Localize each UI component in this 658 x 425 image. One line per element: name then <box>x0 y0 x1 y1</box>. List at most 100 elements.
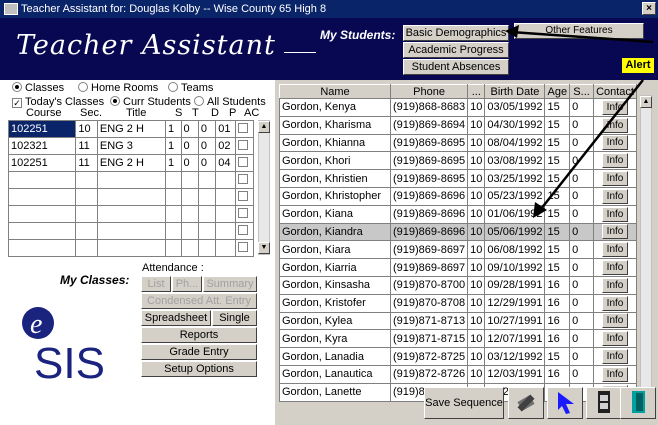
info-button[interactable]: Info <box>602 331 629 347</box>
class-row[interactable] <box>7 239 255 257</box>
birth-date-column-header[interactable]: Birth Date <box>484 84 546 99</box>
ac-checkbox[interactable] <box>234 239 255 257</box>
info-button[interactable]: Info <box>602 99 629 115</box>
list-button[interactable]: List <box>141 276 171 292</box>
phone-cell: (919)869-8696 <box>389 186 469 206</box>
grade-cell: 10 <box>467 169 486 188</box>
my-classes-label: My Classes: <box>60 273 130 287</box>
class-row[interactable]: 102251 11 ENG 2 H 1 0 0 04 <box>7 154 255 172</box>
ac-checkbox[interactable] <box>234 120 255 138</box>
info-button[interactable]: Info <box>602 260 629 276</box>
radio-icon <box>168 82 178 92</box>
class-row[interactable] <box>7 188 255 206</box>
alert-badge[interactable]: Alert <box>622 58 654 73</box>
student-row[interactable]: Gordon, Kiandra (919)869-8696 10 05/06/1992… <box>279 222 637 242</box>
academic-progress-button[interactable]: Academic Progress <box>403 42 509 58</box>
esis-logo-icon: e SIS <box>22 307 105 388</box>
info-button[interactable]: Info <box>602 277 629 293</box>
student-row[interactable]: Gordon, Kinsasha (919)870-8700 10 09/28/199… <box>279 275 637 295</box>
single-button[interactable]: Single <box>212 310 257 326</box>
contact-cell: Info <box>593 151 637 171</box>
class-cell: ENG 2 H <box>96 120 166 138</box>
student-row[interactable]: Gordon, Kristofer (919)870-8708 10 12/29/19… <box>279 293 637 313</box>
checkbox-icon <box>237 123 248 133</box>
phone-column-header[interactable]: Phone <box>389 84 469 99</box>
student-row[interactable]: Gordon, Kenya (919)868-8683 10 03/05/1992 15… <box>279 98 637 117</box>
student-row[interactable]: Gordon, Lanadia (919)872-8725 10 03/12/1992… <box>279 347 637 366</box>
condensed-att-entry-button[interactable]: Condensed Att. Entry <box>141 293 257 309</box>
student-row[interactable]: Gordon, Kiarria (919)869-8697 10 09/10/1992… <box>279 258 637 277</box>
film-button[interactable] <box>586 387 622 419</box>
class-row[interactable] <box>7 222 255 240</box>
class-row[interactable] <box>7 205 255 223</box>
student-row[interactable]: Gordon, Kharisma (919)869-8694 10 04/30/199… <box>279 115 637 135</box>
ac-checkbox[interactable] <box>234 188 255 206</box>
scroll-up-icon[interactable]: ▲ <box>258 121 270 133</box>
reports-button[interactable]: Reports <box>141 327 257 343</box>
phone-cell: (919)871-8713 <box>389 311 469 331</box>
summary-button[interactable]: Summary <box>203 276 257 292</box>
birth-date-cell: 10/27/1991 <box>484 311 546 331</box>
s-column-header[interactable]: S... <box>569 84 595 99</box>
class-row[interactable] <box>7 171 255 189</box>
basic-demographics-button[interactable]: Basic Demographics <box>403 25 509 41</box>
contact-cell: Info <box>593 240 637 260</box>
student-grid-scrollbar[interactable] <box>640 95 652 395</box>
spreadsheet-button[interactable]: Spreadsheet <box>141 310 211 326</box>
student-row[interactable]: Gordon, Khristien (919)869-8695 10 03/25/19… <box>279 169 637 188</box>
class-grid-scrollbar[interactable] <box>258 120 270 255</box>
tools-button[interactable] <box>508 387 544 419</box>
ac-checkbox[interactable] <box>234 222 255 240</box>
info-button[interactable]: Info <box>602 153 629 169</box>
setup-options-button[interactable]: Setup Options <box>141 361 257 377</box>
exit-button[interactable] <box>620 387 656 419</box>
class-grid: 102251 10 ENG 2 H 1 0 0 01 102321 11 ENG 3 1 0 0 02 10… <box>7 120 255 257</box>
info-button[interactable]: Info <box>602 135 629 151</box>
student-row[interactable]: Gordon, Khianna (919)869-8695 10 08/04/1992… <box>279 133 637 153</box>
name-column-header[interactable]: Name <box>279 84 391 99</box>
ac-checkbox[interactable] <box>234 171 255 189</box>
ph-button[interactable]: Ph... <box>172 276 202 292</box>
pointer-button[interactable] <box>547 387 583 419</box>
info-button[interactable]: Info <box>602 349 629 365</box>
contact-cell: Info <box>593 311 637 331</box>
student-row[interactable]: Gordon, Kiana (919)869-8696 10 01/06/1992 15… <box>279 204 637 224</box>
class-row[interactable]: 102321 11 ENG 3 1 0 0 02 <box>7 137 255 155</box>
scroll-up-icon[interactable]: ▲ <box>640 96 652 108</box>
ac-checkbox[interactable] <box>234 154 255 172</box>
info-button[interactable]: Info <box>602 366 629 382</box>
scroll-down-icon[interactable]: ▼ <box>258 242 270 254</box>
info-button[interactable]: Info <box>602 206 629 222</box>
other-features-button[interactable]: Other Features <box>514 23 644 39</box>
info-button[interactable]: Info <box>602 117 629 133</box>
grade-cell: 10 <box>467 364 486 384</box>
contact-column-header[interactable]: Contact <box>593 84 637 99</box>
info-button[interactable]: Info <box>602 224 629 240</box>
grade-column-header[interactable]: ... <box>467 84 486 99</box>
student-row[interactable]: Gordon, Kyra (919)871-8715 10 12/07/1991 16 0… <box>279 329 637 349</box>
student-row[interactable]: Gordon, Khristopher (919)869-8696 10 05/23/… <box>279 186 637 206</box>
info-button[interactable]: Info <box>602 313 629 329</box>
save-sequence-button[interactable]: Save Sequence <box>424 387 504 419</box>
age-column-header[interactable]: Age <box>544 84 571 99</box>
student-absences-button[interactable]: Student Absences <box>403 59 509 75</box>
student-row[interactable]: Gordon, Lanautica (919)872-8726 10 12/03/19… <box>279 364 637 384</box>
teams-radio[interactable]: Teams <box>168 82 213 94</box>
ac-checkbox[interactable] <box>234 205 255 223</box>
student-row[interactable]: Gordon, Kylea (919)871-8713 10 10/27/1991 16… <box>279 311 637 331</box>
phone-cell: (919)869-8697 <box>389 258 469 277</box>
class-cell: 11 <box>75 154 98 172</box>
home-rooms-radio[interactable]: Home Rooms <box>78 82 158 94</box>
classes-radio[interactable]: Classes <box>12 82 64 94</box>
app-window: Teacher Assistant for: Douglas Kolby -- … <box>0 0 658 425</box>
class-row[interactable]: 102251 10 ENG 2 H 1 0 0 01 <box>7 120 255 138</box>
grade-entry-button[interactable]: Grade Entry <box>141 344 257 360</box>
student-row[interactable]: Gordon, Kiara (919)869-8697 10 06/08/1992 15… <box>279 240 637 260</box>
ac-checkbox[interactable] <box>234 137 255 155</box>
close-icon[interactable]: × <box>642 2 656 15</box>
info-button[interactable]: Info <box>602 171 629 187</box>
student-row[interactable]: Gordon, Khori (919)869-8695 10 03/08/1992 15… <box>279 151 637 171</box>
info-button[interactable]: Info <box>602 295 629 311</box>
info-button[interactable]: Info <box>602 242 629 258</box>
info-button[interactable]: Info <box>602 188 629 204</box>
